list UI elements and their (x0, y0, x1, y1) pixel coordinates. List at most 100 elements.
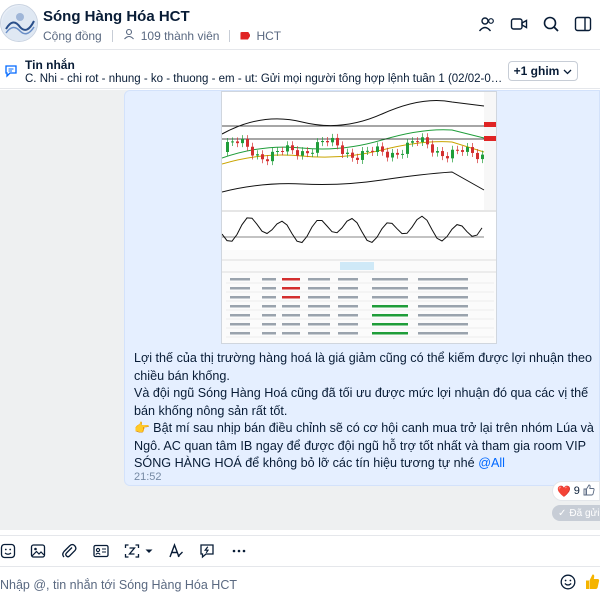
candle-body (466, 147, 469, 152)
screenshot-icon[interactable] (124, 543, 140, 559)
thumbs-up-icon[interactable] (585, 573, 600, 590)
message-paragraph: Lợi thế của thị trường hàng hoá là giá g… (134, 351, 593, 383)
candle-body (426, 137, 429, 145)
candle-body (301, 151, 304, 156)
group-tag[interactable]: HCT (256, 29, 281, 43)
table-cell (372, 323, 408, 326)
candle-body (236, 141, 239, 144)
table-cell (230, 278, 250, 281)
candle-body (276, 150, 279, 152)
candle-body (401, 153, 404, 155)
candle-body (371, 150, 374, 152)
candle-body (421, 137, 424, 143)
candle-body (346, 152, 349, 154)
group-avatar[interactable] (0, 4, 38, 42)
candle-body (456, 149, 459, 151)
candle-body (271, 151, 274, 162)
image-icon[interactable] (30, 543, 46, 559)
table-cell (262, 305, 276, 308)
candle-body (396, 152, 399, 155)
table-cell (338, 332, 358, 335)
reaction-summary[interactable]: ❤️ 9 (552, 481, 600, 501)
candle-body (381, 146, 384, 152)
message-time: 21:52 (134, 471, 162, 483)
video-call-icon[interactable] (510, 15, 528, 33)
candle-body (416, 141, 419, 143)
composer-toolbar (0, 535, 600, 565)
candle-body (316, 142, 319, 153)
table-cell (418, 278, 468, 281)
candle-body (251, 146, 254, 156)
table-cell (418, 287, 468, 290)
table-cell (372, 314, 408, 317)
table-cell (282, 278, 300, 281)
table-cell (372, 278, 408, 281)
table-cell (372, 296, 408, 299)
candle-body (446, 156, 449, 159)
message-list[interactable]: Lợi thế của thị trường hàng hoá là giá g… (0, 90, 600, 530)
chevron-down-icon[interactable] (144, 543, 160, 559)
business-card-icon[interactable] (93, 543, 109, 559)
candle-body (391, 152, 394, 158)
table-cell (418, 296, 468, 299)
table-cell (338, 323, 358, 326)
table-cell (282, 305, 300, 308)
candle-body (291, 145, 294, 151)
candle-body (281, 150, 284, 152)
community-label: Cộng đồng (43, 28, 102, 43)
chat-bubble-icon (4, 64, 18, 78)
check-icon: ✓ (558, 507, 567, 519)
candle-body (471, 147, 474, 153)
candle-body (436, 151, 439, 153)
candle-body (411, 141, 414, 143)
candle-body (351, 152, 354, 158)
table-cell (308, 305, 330, 308)
group-title[interactable]: Sóng Hàng Hóa HCT (43, 8, 190, 25)
divider (111, 29, 113, 42)
text-format-icon[interactable] (168, 543, 184, 559)
chevron-down-icon (563, 64, 572, 78)
more-options-icon[interactable] (231, 543, 247, 559)
table-cell (338, 314, 358, 317)
pinned-title: Tin nhắn (25, 58, 75, 72)
mention-all-link[interactable]: @All (478, 456, 505, 470)
table-cell (338, 287, 358, 290)
candle-body (261, 154, 264, 160)
message-bubble[interactable]: Lợi thế của thị trường hàng hoá là giá g… (124, 90, 600, 486)
search-icon[interactable] (542, 15, 560, 33)
candle-body (356, 157, 359, 160)
table-cell (282, 287, 300, 290)
pinned-text[interactable]: C. Nhi - chi rot - nhung - ko - thuong -… (25, 73, 503, 85)
sent-label: Đã gửi (569, 507, 600, 519)
candle-body (306, 151, 309, 154)
table-cell (338, 305, 358, 308)
message-input[interactable] (0, 575, 540, 595)
add-member-icon[interactable] (478, 15, 496, 33)
more-pins-button[interactable]: +1 ghim (508, 61, 578, 81)
table-cell (262, 332, 276, 335)
like-icon[interactable] (583, 484, 595, 499)
table-cell (230, 296, 250, 299)
sticker-icon[interactable] (0, 543, 16, 559)
trading-screenshot-image[interactable] (221, 91, 497, 344)
table-cell (282, 323, 300, 326)
candle-body (241, 139, 244, 144)
candle-body (226, 142, 229, 152)
candle-body (341, 145, 344, 154)
attachment-icon[interactable] (61, 543, 77, 559)
message-paragraph: Và đội ngũ Sóng Hàng Hoá cũng đã tối ưu … (134, 386, 589, 418)
members-count[interactable]: 109 thành viên (141, 29, 220, 43)
sidebar-panel-icon[interactable] (574, 15, 592, 33)
candle-body (256, 154, 259, 156)
table-cell (230, 287, 250, 290)
emoji-icon[interactable] (560, 574, 576, 590)
sent-status: ✓ Đã gửi (552, 505, 600, 521)
quick-message-icon[interactable] (199, 543, 215, 559)
candle-body (331, 137, 334, 143)
table-cell (262, 323, 276, 326)
table-cell (338, 296, 358, 299)
candle-body (441, 151, 444, 157)
candle-body (481, 154, 484, 160)
table-cell (262, 278, 276, 281)
candle-body (246, 139, 249, 147)
